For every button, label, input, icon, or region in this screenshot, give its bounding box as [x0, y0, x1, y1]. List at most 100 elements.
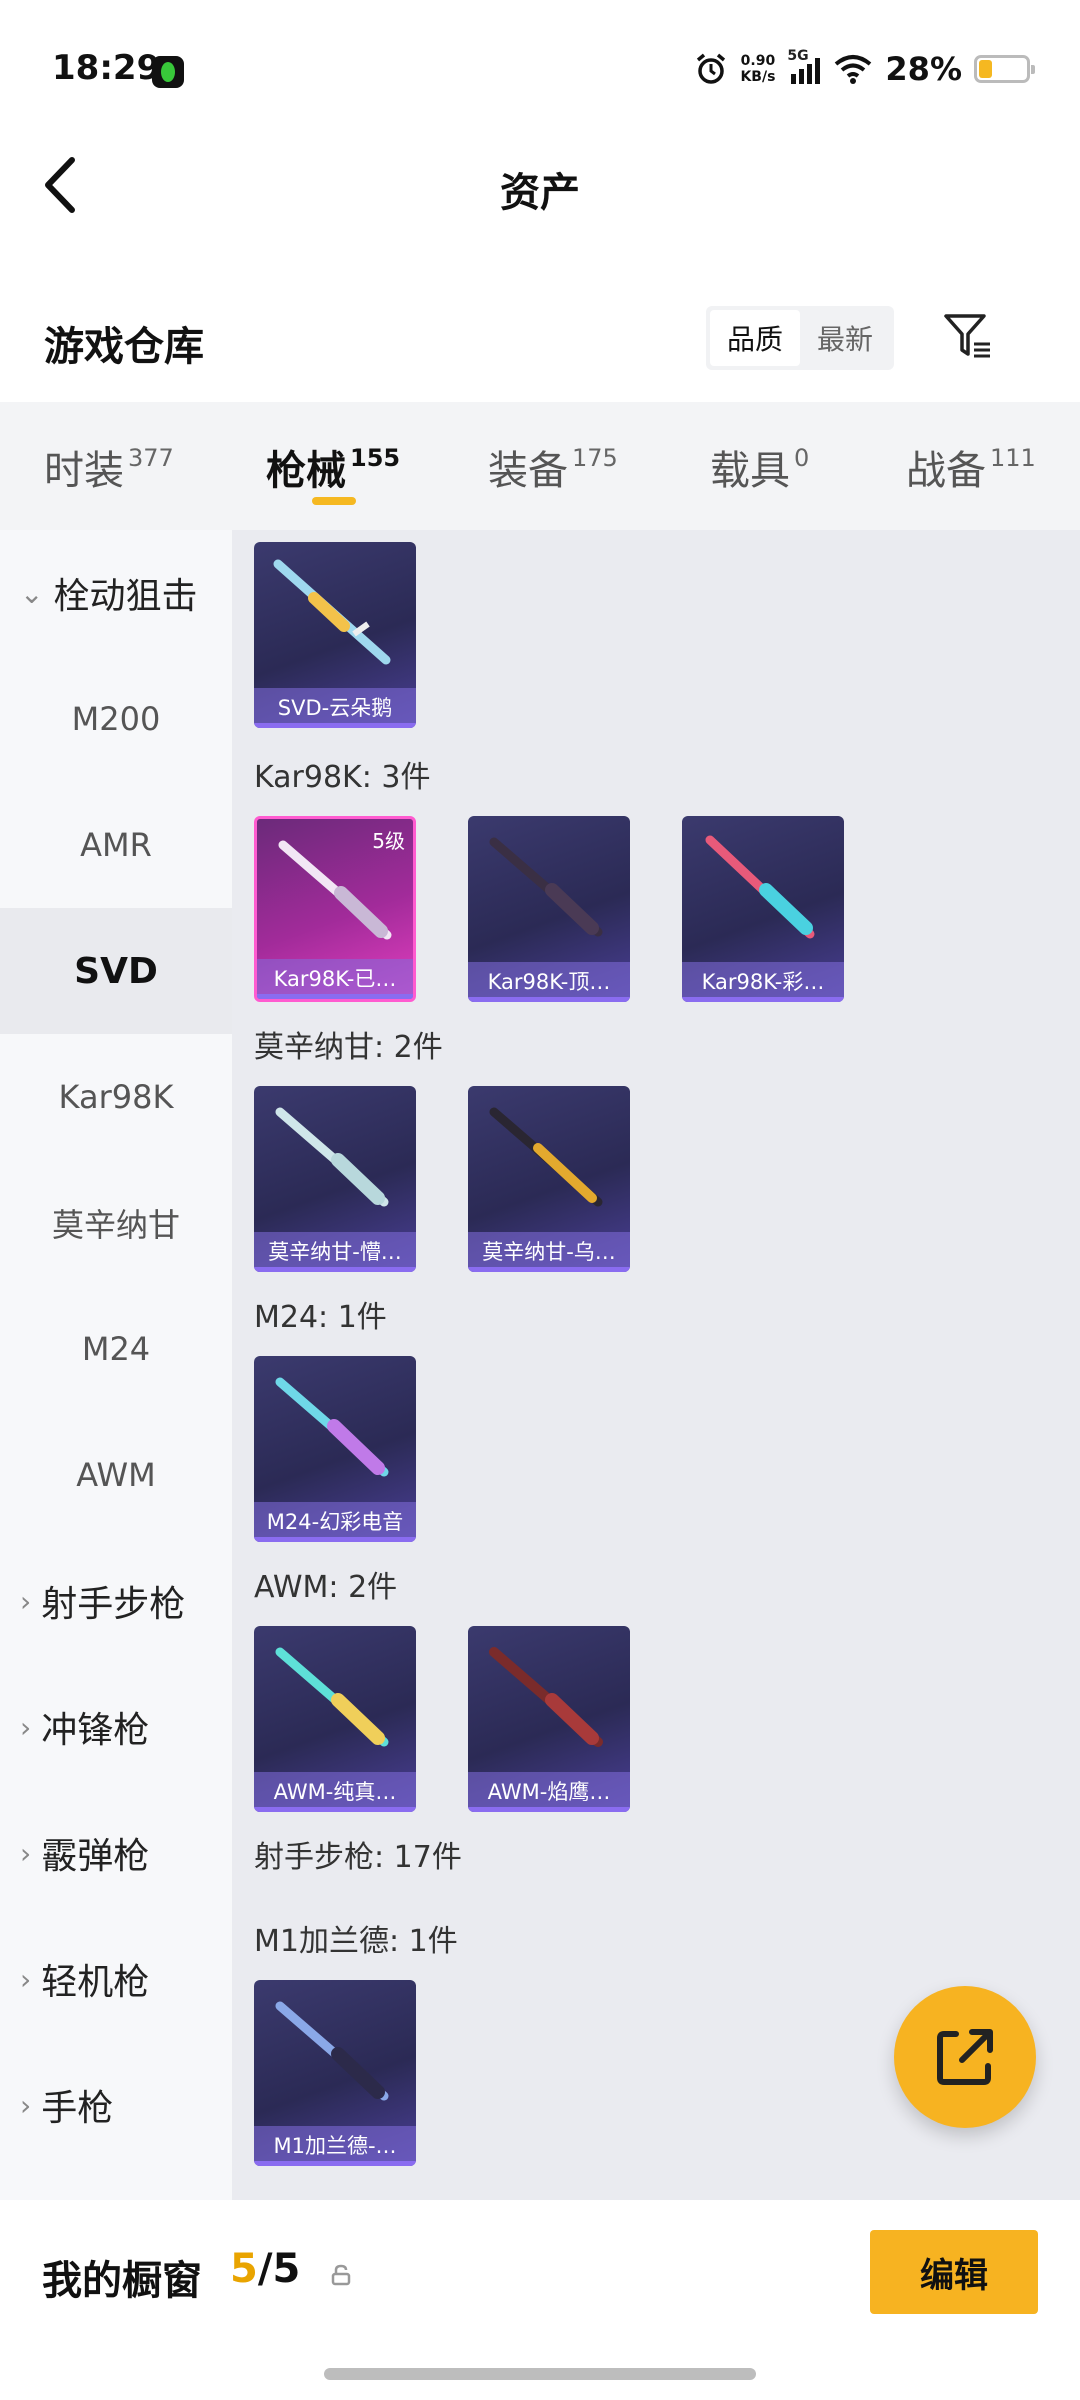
chevron-right-icon: ›	[20, 1836, 32, 1870]
sidebar-group-smg[interactable]: › 冲锋枪	[0, 1664, 232, 1790]
active-tab-indicator	[312, 497, 356, 505]
weapon-sidebar: ⌄ 栓动狙击 M200 AMR SVD Kar98K 莫辛纳甘 M24 AWM ›…	[0, 530, 232, 2200]
sidebar-item-label: SVD	[74, 950, 158, 992]
item-level-badge: 5级	[372, 829, 405, 853]
rifle-icon	[489, 837, 603, 937]
item-card[interactable]: 莫辛纳甘-懵…	[254, 1086, 416, 1272]
item-name: 莫辛纳甘-乌…	[468, 1232, 630, 1272]
sidebar-group-marksman[interactable]: › 射手步枪	[0, 1538, 232, 1664]
tab-label: 战备	[906, 448, 986, 494]
sidebar-item-awm[interactable]: AWM	[0, 1412, 232, 1538]
tab-fashion[interactable]: 时装 377	[44, 438, 174, 496]
sort-option-newest[interactable]: 最新	[800, 310, 890, 366]
rifle-icon	[489, 1107, 603, 1207]
showcase-count: 5/5	[230, 2246, 300, 2292]
cellular-signal-icon: 5G	[787, 48, 821, 86]
chevron-down-icon: ⌄	[20, 576, 44, 610]
sidebar-item-label: 栓动狙击	[53, 576, 198, 617]
item-card[interactable]: M24-幻彩电音	[254, 1356, 416, 1542]
tab-firearms[interactable]: 枪械 155	[266, 438, 400, 496]
chevron-right-icon: ›	[20, 1710, 32, 1744]
item-card[interactable]: AWM-纯真…	[254, 1626, 416, 1812]
rifle-icon	[275, 1647, 389, 1747]
status-time: 18:29	[52, 48, 161, 88]
tab-count: 155	[350, 444, 401, 472]
tab-count: 175	[572, 444, 618, 472]
sidebar-group-shotgun[interactable]: › 霰弹枪	[0, 1790, 232, 1916]
tab-vehicles[interactable]: 载具 0	[710, 438, 809, 496]
status-bar: 18:29 0.90 KB/s 5G 28%	[0, 0, 1080, 140]
filter-button[interactable]	[940, 308, 996, 364]
filter-icon	[944, 314, 990, 358]
item-card[interactable]: Kar98K-彩…	[682, 816, 844, 1002]
group-label: M1加兰德: 1件	[254, 1924, 458, 1959]
sidebar-item-label: 霰弹枪	[41, 1836, 150, 1877]
item-name: Kar98K-顶…	[468, 962, 630, 1002]
item-name: M24-幻彩电音	[254, 1502, 416, 1542]
sidebar-item-kar98k[interactable]: Kar98K	[0, 1034, 232, 1160]
group-label: M24: 1件	[254, 1300, 387, 1335]
battery-icon	[974, 55, 1035, 83]
home-indicator[interactable]	[324, 2368, 756, 2380]
alarm-icon	[697, 53, 726, 84]
rifle-icon	[275, 2001, 389, 2101]
battery-percent: 28%	[885, 50, 962, 88]
tab-count: 377	[128, 444, 174, 472]
item-card[interactable]: M1加兰德-…	[254, 1980, 416, 2166]
item-card[interactable]: AWM-焰鹰…	[468, 1626, 630, 1812]
sidebar-item-label: M24	[81, 1330, 151, 1368]
chevron-right-icon: ›	[20, 2088, 32, 2122]
rifle-icon	[273, 559, 391, 665]
chevron-right-icon: ›	[20, 1962, 32, 1996]
lock-icon	[331, 2264, 351, 2286]
sidebar-item-label: 冲锋枪	[41, 1710, 150, 1751]
app-notification-icon	[152, 56, 184, 88]
item-card[interactable]: 5级 Kar98K-已…	[254, 816, 416, 1002]
item-card[interactable]: 莫辛纳甘-乌…	[468, 1086, 630, 1272]
tab-supplies[interactable]: 战备 111	[906, 438, 1036, 496]
wifi-icon	[835, 55, 872, 84]
showcase-label: 我的橱窗	[42, 2258, 202, 2304]
item-name: M1加兰德-…	[254, 2126, 416, 2166]
item-name: 莫辛纳甘-懵…	[254, 1232, 416, 1272]
sidebar-item-label: Kar98K	[58, 1078, 174, 1116]
category-tabs: 时装 377 枪械 155 装备 175 载具 0 战备 111	[0, 402, 1080, 530]
item-card[interactable]: Kar98K-顶…	[468, 816, 630, 1002]
sidebar-item-label: 莫辛纳甘	[51, 1206, 180, 1244]
rifle-icon	[275, 1377, 389, 1477]
sidebar-item-amr[interactable]: AMR	[0, 782, 232, 908]
group-label: Kar98K: 3件	[254, 760, 431, 795]
item-grid: SVD-云朵鹅 Kar98K: 3件 5级 Kar98K-已… Kar98K-顶…	[232, 530, 1080, 2200]
rifle-icon	[489, 1647, 603, 1747]
tab-label: 枪械	[266, 448, 346, 494]
rifle-icon	[275, 1107, 389, 1207]
sidebar-item-m24[interactable]: M24	[0, 1286, 232, 1412]
tab-equipment[interactable]: 装备 175	[488, 438, 618, 496]
sidebar-item-mosin[interactable]: 莫辛纳甘	[0, 1160, 232, 1286]
sort-option-quality[interactable]: 品质	[710, 310, 800, 366]
sidebar-item-svd[interactable]: SVD	[0, 908, 232, 1034]
page-title: 资产	[500, 170, 580, 216]
edit-button[interactable]: 编辑	[870, 2230, 1038, 2314]
tab-label: 载具	[710, 448, 790, 494]
tab-count: 0	[794, 444, 810, 472]
rifle-icon	[705, 835, 815, 939]
sidebar-item-label: 手枪	[41, 2088, 114, 2129]
warehouse-title: 游戏仓库	[44, 324, 204, 370]
sidebar-item-label: M200	[71, 700, 161, 738]
item-card[interactable]: SVD-云朵鹅	[254, 542, 416, 728]
network-speed: 0.90 KB/s	[740, 53, 775, 85]
sidebar-group-bolt-action[interactable]: ⌄ 栓动狙击	[0, 530, 232, 656]
item-name: Kar98K-彩…	[682, 962, 844, 1002]
sidebar-item-m200[interactable]: M200	[0, 656, 232, 782]
sidebar-item-label: AMR	[80, 826, 152, 864]
group-label: 莫辛纳甘: 2件	[254, 1030, 443, 1065]
status-indicators: 0.90 KB/s 5G 28%	[694, 48, 1035, 88]
share-button[interactable]	[894, 1986, 1036, 2128]
sort-toggle: 品质 最新	[706, 306, 894, 370]
item-name: AWM-纯真…	[254, 1772, 416, 1812]
sidebar-group-lmg[interactable]: › 轻机枪	[0, 1916, 232, 2042]
share-icon	[937, 2029, 993, 2085]
tab-label: 时装	[44, 448, 124, 494]
sidebar-group-pistol[interactable]: › 手枪	[0, 2042, 232, 2168]
